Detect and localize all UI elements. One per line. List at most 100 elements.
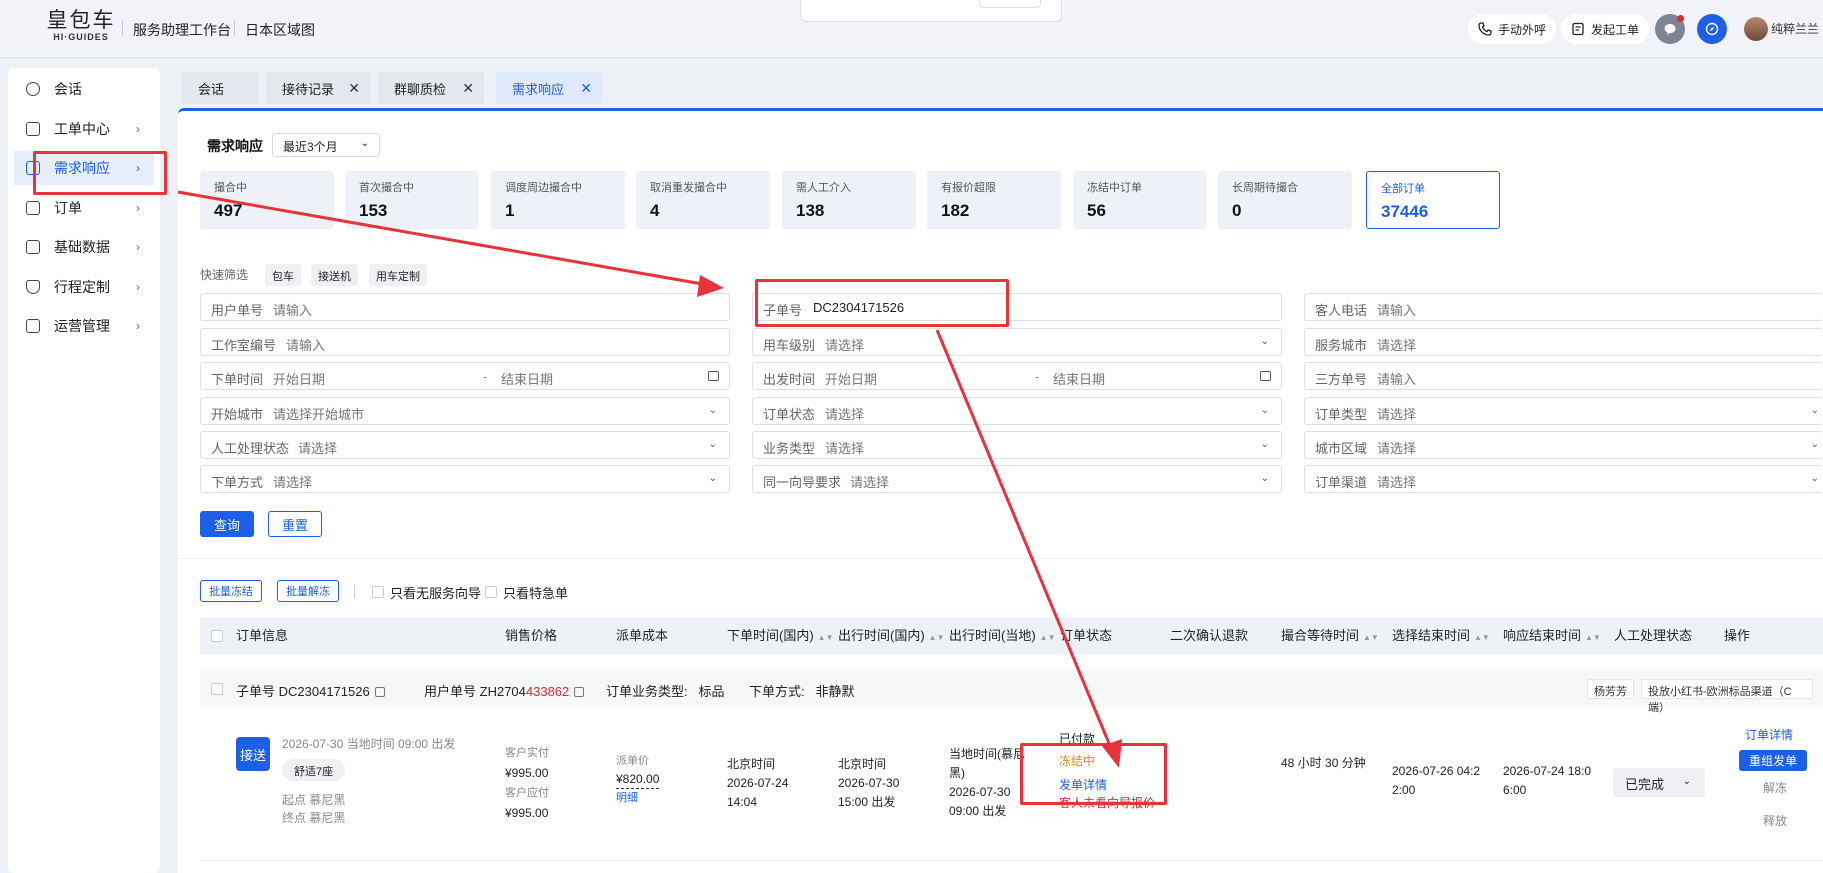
close-icon[interactable]: ✕ xyxy=(580,80,592,97)
period-select[interactable]: 最近3个月 ⌄ xyxy=(272,133,380,157)
stat-frozen-orders[interactable]: 冻结中订单 56 xyxy=(1073,171,1207,229)
batch-freeze-button[interactable]: 批量冻结 xyxy=(200,580,262,602)
biz-type-select[interactable]: 业务类型 请选择 ⌄ xyxy=(752,431,1282,459)
stat-all-orders[interactable]: 全部订单 37446 xyxy=(1366,171,1500,229)
trip-time: 2026-07-30 当地时间 09:00 出发 xyxy=(282,737,456,751)
order-type-select[interactable]: 订单类型 请选择 ⌄ xyxy=(1304,397,1823,425)
sidebar-item-operations[interactable]: 运营管理 › xyxy=(14,309,154,343)
message-button[interactable] xyxy=(1655,14,1685,44)
manual-status-dropdown[interactable]: 已完成 ⌄ xyxy=(1613,768,1705,797)
close-icon[interactable]: ✕ xyxy=(462,80,474,97)
column-trip-time-local[interactable]: 出行时间(当地) ▲▼ xyxy=(949,625,1056,644)
dispatch-detail-link[interactable]: 明细 xyxy=(616,789,659,807)
chevron-right-icon: › xyxy=(136,201,140,215)
query-button[interactable]: 查询 xyxy=(200,511,254,537)
compass-button[interactable] xyxy=(1697,14,1727,44)
stat-cancel-resend[interactable]: 取消重发撮合中 4 xyxy=(636,171,770,229)
column-respond-end[interactable]: 响应结束时间 ▲▼ xyxy=(1503,625,1601,644)
column-trip-time-cn[interactable]: 出行时间(国内) ▲▼ xyxy=(838,625,945,644)
field-placeholder: 请选择 xyxy=(1377,407,1417,422)
guide-requirement-select[interactable]: 同一向导要求 请选择 ⌄ xyxy=(752,465,1282,493)
channel-select[interactable]: 订单渠道 请选择 ⌄ xyxy=(1304,465,1823,493)
depart-time-range[interactable]: 出发时间 开始日期 - 结束日期 xyxy=(752,362,1282,390)
chevron-down-icon: ⌄ xyxy=(1682,776,1691,787)
guest-phone-field[interactable]: 客人电话 请输入 xyxy=(1304,293,1823,321)
row-checkbox[interactable] xyxy=(211,683,223,695)
field-label: 三方单号 xyxy=(1315,372,1368,387)
biz-type-label: 订单业务类型: xyxy=(606,684,688,699)
stat-nearby-matching[interactable]: 调度周边撮合中 1 xyxy=(491,171,625,229)
start-city-select[interactable]: 开始城市 请选择开始城市 ⌄ xyxy=(200,397,730,425)
user-name[interactable]: 纯粹兰兰 xyxy=(1771,20,1819,37)
compass-icon xyxy=(1705,22,1719,36)
quick-filter-custom[interactable]: 用车定制 xyxy=(369,264,427,286)
customer-paid-label: 客户实付 xyxy=(505,747,549,759)
stat-manual-intervention[interactable]: 需人工介入 138 xyxy=(782,171,916,229)
sidebar-item-orders[interactable]: 订单 › xyxy=(14,191,154,225)
order-method-select[interactable]: 下单方式 请选择 ⌄ xyxy=(200,465,730,493)
tab-group-qc[interactable]: 群聊质检 ✕ xyxy=(378,72,484,104)
release-link[interactable]: 释放 xyxy=(1763,812,1787,831)
chevron-down-icon: ⌄ xyxy=(1810,439,1819,450)
copy-icon[interactable] xyxy=(374,687,385,697)
close-icon[interactable]: ✕ xyxy=(348,80,360,97)
wait-time: 48 小时 30 分钟 xyxy=(1281,756,1366,770)
third-party-no-field[interactable]: 三方单号 请输入 xyxy=(1304,362,1823,390)
tab-chat[interactable]: 会话 xyxy=(182,72,258,104)
reset-button[interactable]: 重置 xyxy=(268,511,322,537)
trip-cn-zone: 北京时间 xyxy=(838,757,887,771)
order-status-select[interactable]: 订单状态 请选择 ⌄ xyxy=(752,397,1282,425)
sidebar-item-chat[interactable]: 会话 xyxy=(14,72,154,106)
brand-logo[interactable]: 皇包车 HI·GUIDES xyxy=(36,8,126,42)
column-select-end[interactable]: 选择结束时间 ▲▼ xyxy=(1392,625,1490,644)
manual-call-button[interactable]: 手动外呼 xyxy=(1468,14,1557,44)
sidebar-item-tickets[interactable]: 工单中心 › xyxy=(14,112,154,146)
service-city-select[interactable]: 服务城市 请选择 xyxy=(1304,328,1823,356)
avatar[interactable] xyxy=(1744,17,1768,41)
nav-workbench[interactable]: 服务助理工作台 xyxy=(133,20,231,40)
column-wait-time[interactable]: 撮合等待时间 ▲▼ xyxy=(1281,625,1379,644)
range-separator: - xyxy=(1035,369,1040,384)
stat-quote-over-limit[interactable]: 有报价超限 182 xyxy=(927,171,1061,229)
order-time-cell: 北京时间 2026-07-24 14:04 xyxy=(727,755,805,812)
order-detail-link[interactable]: 订单详情 xyxy=(1745,726,1793,745)
user-order-suffix: 433862 xyxy=(525,684,570,699)
stat-label: 长周期待撮合 xyxy=(1232,182,1298,194)
car-level-select[interactable]: 用车级别 请选择 ⌄ xyxy=(752,328,1282,356)
manual-status-select[interactable]: 人工处理状态 请选择 ⌄ xyxy=(200,431,730,459)
nav-japan-map[interactable]: 日本区域图 xyxy=(245,20,315,40)
stat-label: 有报价超限 xyxy=(941,182,996,194)
stat-matching[interactable]: 撮合中 497 xyxy=(200,171,334,229)
tab-demand-response[interactable]: 需求响应 ✕ xyxy=(496,72,602,104)
quick-filter-charter[interactable]: 包车 xyxy=(265,264,301,286)
popup-fragment xyxy=(800,0,1062,22)
highlight-order-status xyxy=(1020,743,1167,805)
chevron-down-icon: ⌄ xyxy=(360,138,369,149)
only-urgent-checkbox[interactable] xyxy=(485,586,497,598)
tab-reception-records[interactable]: 接待记录 ✕ xyxy=(266,72,370,104)
redispatch-button[interactable]: 重组发单 xyxy=(1739,750,1807,771)
only-no-guide-checkbox[interactable] xyxy=(372,586,384,598)
stat-value: 37446 xyxy=(1381,202,1429,221)
ticket-icon xyxy=(26,122,40,136)
user-order-field[interactable]: 用户单号 请输入 xyxy=(200,293,730,321)
order-time-range[interactable]: 下单时间 开始日期 - 结束日期 xyxy=(200,362,730,390)
sidebar-item-base-data[interactable]: 基础数据 › xyxy=(14,230,154,264)
field-label: 同一向导要求 xyxy=(763,475,842,490)
batch-unfreeze-button[interactable]: 批量解冻 xyxy=(277,580,339,602)
range-start: 开始日期 xyxy=(825,372,878,387)
city-area-select[interactable]: 城市区域 请选择 ⌄ xyxy=(1304,431,1823,459)
range-start: 开始日期 xyxy=(273,372,326,387)
unfreeze-link[interactable]: 解冻 xyxy=(1763,779,1787,798)
stat-long-cycle[interactable]: 长周期待撮合 0 xyxy=(1218,171,1352,229)
stat-first-matching[interactable]: 首次撮合中 153 xyxy=(345,171,479,229)
select-all-checkbox[interactable] xyxy=(211,630,223,642)
ticket-icon xyxy=(1572,22,1584,36)
copy-icon[interactable] xyxy=(574,687,585,697)
create-ticket-button[interactable]: 发起工单 xyxy=(1561,14,1650,44)
column-order-time[interactable]: 下单时间(国内) ▲▼ xyxy=(727,625,834,644)
period-value: 最近3个月 xyxy=(283,140,338,154)
studio-no-field[interactable]: 工作室编号 请输入 xyxy=(200,328,730,356)
quick-filter-airport[interactable]: 接送机 xyxy=(311,264,358,286)
sidebar-item-itinerary[interactable]: 行程定制 › xyxy=(14,270,154,304)
